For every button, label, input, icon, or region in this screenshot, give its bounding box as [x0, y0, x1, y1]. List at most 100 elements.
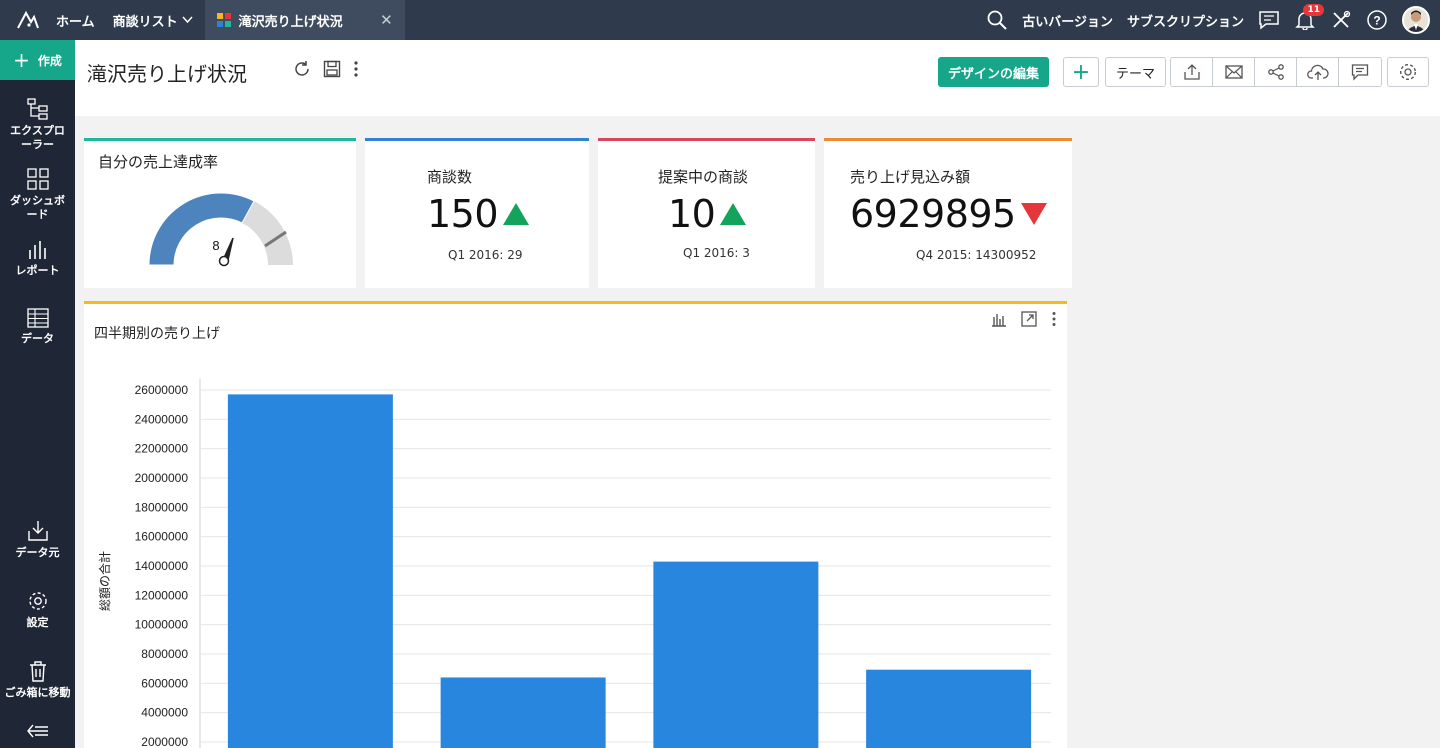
proposals-kpi-title: 提案中の商談 — [658, 168, 749, 186]
y-tick-label: 14000000 — [135, 559, 189, 573]
bar-chart-svg: 2000000 4000000 6000000 8000000 10000000 1200… — [135, 379, 1051, 748]
help-icon[interactable]: ? — [1366, 9, 1388, 31]
comment-icon[interactable] — [1339, 58, 1381, 86]
sidebar-item-data[interactable]: データ — [0, 308, 75, 346]
sidebar-item-trash[interactable]: ごみ箱に移動 — [0, 660, 75, 700]
create-button[interactable]: + 作成 — [0, 40, 75, 80]
deals-kpi-value: 150 — [427, 192, 499, 236]
bar — [653, 561, 819, 748]
sidebar-item-explorer[interactable]: エクスプローラー — [0, 98, 75, 152]
close-icon[interactable]: ✕ — [380, 11, 393, 29]
tab-dashboard-label: 滝沢売り上げ状況 — [238, 14, 343, 30]
add-widget-button[interactable]: + — [1063, 57, 1099, 87]
gauge-chart: 8 — [148, 192, 293, 267]
sidebar-item-datasource-label: データ元 — [15, 546, 60, 559]
deals-kpi-widget[interactable]: 商談数 150 Q1 2016: 29 — [365, 138, 589, 288]
user-avatar[interactable] — [1402, 6, 1430, 34]
y-tick-label: 18000000 — [135, 500, 189, 514]
sidebar-item-explorer-label: エクスプローラー — [10, 124, 65, 151]
trend-down-icon — [1020, 203, 1047, 225]
svg-text:?: ? — [1373, 14, 1380, 28]
nav-deal-list-label: 商談リスト — [112, 14, 178, 30]
widget-accent-line — [598, 138, 815, 141]
collapse-sidebar-button[interactable] — [0, 724, 75, 738]
subscription-link[interactable]: サブスクリプション — [1127, 11, 1244, 30]
tab-dashboard[interactable]: 滝沢売り上げ状況 ✕ — [204, 0, 405, 40]
dashboard-settings-icon[interactable] — [1387, 57, 1429, 87]
y-tick-label: 16000000 — [135, 530, 189, 544]
bar — [440, 677, 606, 748]
quarterly-sales-chart-widget[interactable]: 四半期別の売り上げ 総額の合計 2000000 4000000 6000000 800… — [84, 301, 1067, 748]
sidebar-item-settings[interactable]: 設定 — [0, 590, 75, 630]
y-tick-label: 6000000 — [141, 676, 188, 690]
email-icon[interactable] — [1213, 58, 1255, 86]
refresh-icon[interactable] — [293, 60, 311, 82]
proposals-kpi-value-row: 10 — [668, 192, 747, 236]
action-button-group — [1170, 57, 1382, 87]
widget-accent-line — [84, 138, 356, 141]
import-icon — [27, 521, 48, 541]
sidebar-item-report-label: レポート — [15, 264, 60, 277]
gauge-fill — [148, 192, 255, 266]
tools-icon[interactable] — [1330, 9, 1352, 31]
y-tick-label: 8000000 — [141, 647, 188, 661]
save-icon[interactable] — [323, 60, 341, 82]
deals-kpi-title: 商談数 — [427, 168, 473, 186]
create-label: 作成 — [37, 53, 62, 68]
y-tick-label: 4000000 — [141, 706, 188, 720]
proposals-kpi-value: 10 — [668, 192, 716, 236]
forecast-kpi-title: 売り上げ見込み額 — [850, 168, 971, 186]
forecast-kpi-compare: Q4 2015: 14300952 — [916, 248, 1037, 262]
share-icon[interactable] — [1255, 58, 1297, 86]
gauge-widget[interactable]: 自分の売上達成率 8 — [84, 138, 356, 288]
sidebar-item-dashboard-label: ダッシュボード — [10, 194, 65, 221]
trend-up-icon — [503, 203, 530, 225]
y-tick-label: 20000000 — [135, 471, 189, 485]
sidebar-item-trash-label: ごみ箱に移動 — [4, 686, 71, 699]
dashboard-header: 滝沢売り上げ状況 デザインの編集 + テーマ — [75, 40, 1440, 116]
edit-design-button[interactable]: デザインの編集 — [938, 57, 1050, 87]
y-tick-label: 22000000 — [135, 442, 189, 456]
bell-icon[interactable]: 11 — [1294, 4, 1324, 31]
left-sidebar: + 作成 エクスプローラー ダッシュボード レポート データ データ元 設定 ご… — [0, 40, 75, 748]
widget-accent-line — [365, 138, 589, 141]
forecast-kpi-value: 6929895 — [850, 192, 1016, 236]
widget-accent-line — [824, 138, 1072, 141]
report-icon — [28, 241, 46, 259]
forecast-kpi-value-row: 6929895 — [850, 192, 1048, 236]
explorer-icon — [26, 98, 48, 120]
forecast-kpi-widget[interactable]: 売り上げ見込み額 6929895 Q4 2015: 14300952 — [824, 138, 1072, 288]
gauge-value: 8 — [212, 238, 219, 253]
proposals-kpi-compare: Q1 2016: 3 — [683, 246, 750, 260]
theme-button[interactable]: テーマ — [1105, 57, 1167, 87]
nav-deal-list[interactable]: 商談リスト — [113, 11, 193, 30]
more-vertical-icon[interactable] — [353, 60, 359, 82]
sidebar-item-report[interactable]: レポート — [0, 238, 75, 278]
sidebar-item-data-label: データ — [21, 332, 54, 345]
trash-icon — [29, 661, 46, 682]
dashboard-color-icon — [216, 13, 231, 27]
table-icon — [26, 308, 49, 328]
deals-kpi-compare: Q1 2016: 29 — [448, 248, 523, 262]
chevron-down-icon — [182, 16, 193, 24]
export-icon[interactable] — [1171, 58, 1213, 86]
gauge-title: 自分の売上達成率 — [98, 153, 219, 171]
sidebar-item-datasource[interactable]: データ元 — [0, 520, 75, 560]
top-bar: ホーム 商談リスト 滝沢売り上げ状況 ✕ 古いバージョン サブスクリプション 1… — [0, 0, 1440, 40]
notification-badge: 11 — [1303, 4, 1324, 16]
bar — [227, 394, 393, 748]
old-version-link[interactable]: 古いバージョン — [1022, 11, 1113, 30]
dashboard-icon — [26, 168, 49, 190]
feedback-icon[interactable] — [1258, 9, 1280, 31]
app-logo-icon[interactable] — [0, 0, 56, 40]
nav-home[interactable]: ホーム — [56, 11, 95, 30]
cloud-upload-icon[interactable] — [1297, 58, 1339, 86]
sidebar-item-dashboard[interactable]: ダッシュボード — [0, 168, 75, 222]
search-icon[interactable] — [986, 9, 1008, 31]
deals-kpi-value-row: 150 — [427, 192, 530, 236]
y-tick-label: 10000000 — [135, 618, 189, 632]
proposals-kpi-widget[interactable]: 提案中の商談 10 Q1 2016: 3 — [598, 138, 815, 288]
sidebar-item-settings-label: 設定 — [26, 616, 49, 629]
y-tick-label: 2000000 — [141, 735, 188, 748]
y-tick-label: 26000000 — [135, 383, 189, 397]
